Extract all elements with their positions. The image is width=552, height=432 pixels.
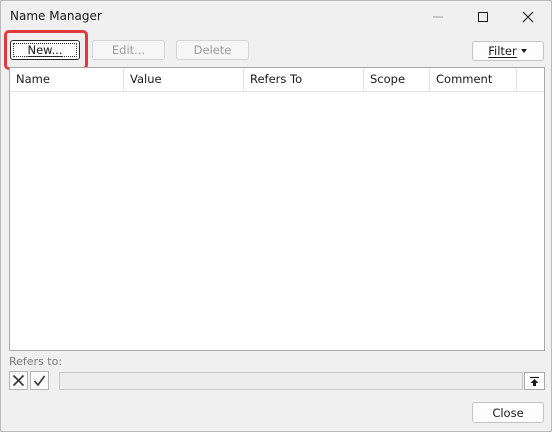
confirm-edit-button[interactable]	[30, 371, 49, 390]
column-divider[interactable]	[243, 69, 244, 91]
column-divider[interactable]	[429, 69, 430, 91]
name-manager-dialog: Name Manager New... Edit... Delete Filte…	[0, 0, 552, 432]
new-button[interactable]: New...	[10, 40, 80, 60]
edit-button-label: Edit...	[111, 43, 146, 57]
minimize-icon	[433, 16, 443, 18]
title-bar: Name Manager	[1, 1, 551, 33]
column-header-value[interactable]: Value	[130, 68, 162, 91]
maximize-button[interactable]	[460, 1, 506, 33]
dropdown-arrow-icon	[520, 49, 527, 53]
minimize-button[interactable]	[415, 1, 461, 33]
column-divider[interactable]	[516, 69, 517, 91]
delete-button[interactable]: Delete	[176, 40, 249, 60]
filter-button[interactable]: Filter	[472, 41, 544, 61]
delete-button-label: Delete	[193, 43, 232, 57]
column-divider[interactable]	[123, 69, 124, 91]
checkmark-icon	[33, 375, 46, 387]
maximize-icon	[478, 12, 488, 22]
refers-to-input[interactable]	[59, 372, 523, 390]
refers-to-label: Refers to:	[9, 355, 63, 368]
column-header-refers-to[interactable]: Refers To	[250, 68, 302, 91]
column-header-comment[interactable]: Comment	[436, 68, 492, 91]
close-window-button[interactable]	[505, 1, 551, 33]
cancel-edit-button[interactable]	[9, 371, 28, 390]
close-button-label: Close	[492, 405, 524, 420]
column-header-name[interactable]: Name	[16, 68, 50, 91]
list-header: Name Value Refers To Scope Comment	[10, 68, 544, 92]
cancel-x-icon	[12, 374, 25, 387]
column-divider[interactable]	[363, 69, 364, 91]
close-button[interactable]: Close	[472, 402, 544, 423]
names-list[interactable]: Name Value Refers To Scope Comment	[9, 67, 545, 351]
edit-button[interactable]: Edit...	[92, 40, 165, 60]
filter-button-label: Filter	[488, 44, 517, 58]
dialog-title: Name Manager	[10, 9, 102, 23]
column-header-scope[interactable]: Scope	[370, 68, 405, 91]
close-icon	[522, 11, 534, 23]
collapse-dialog-button[interactable]	[524, 372, 545, 390]
collapse-arrow-icon	[530, 376, 539, 386]
focus-outline	[13, 43, 77, 57]
